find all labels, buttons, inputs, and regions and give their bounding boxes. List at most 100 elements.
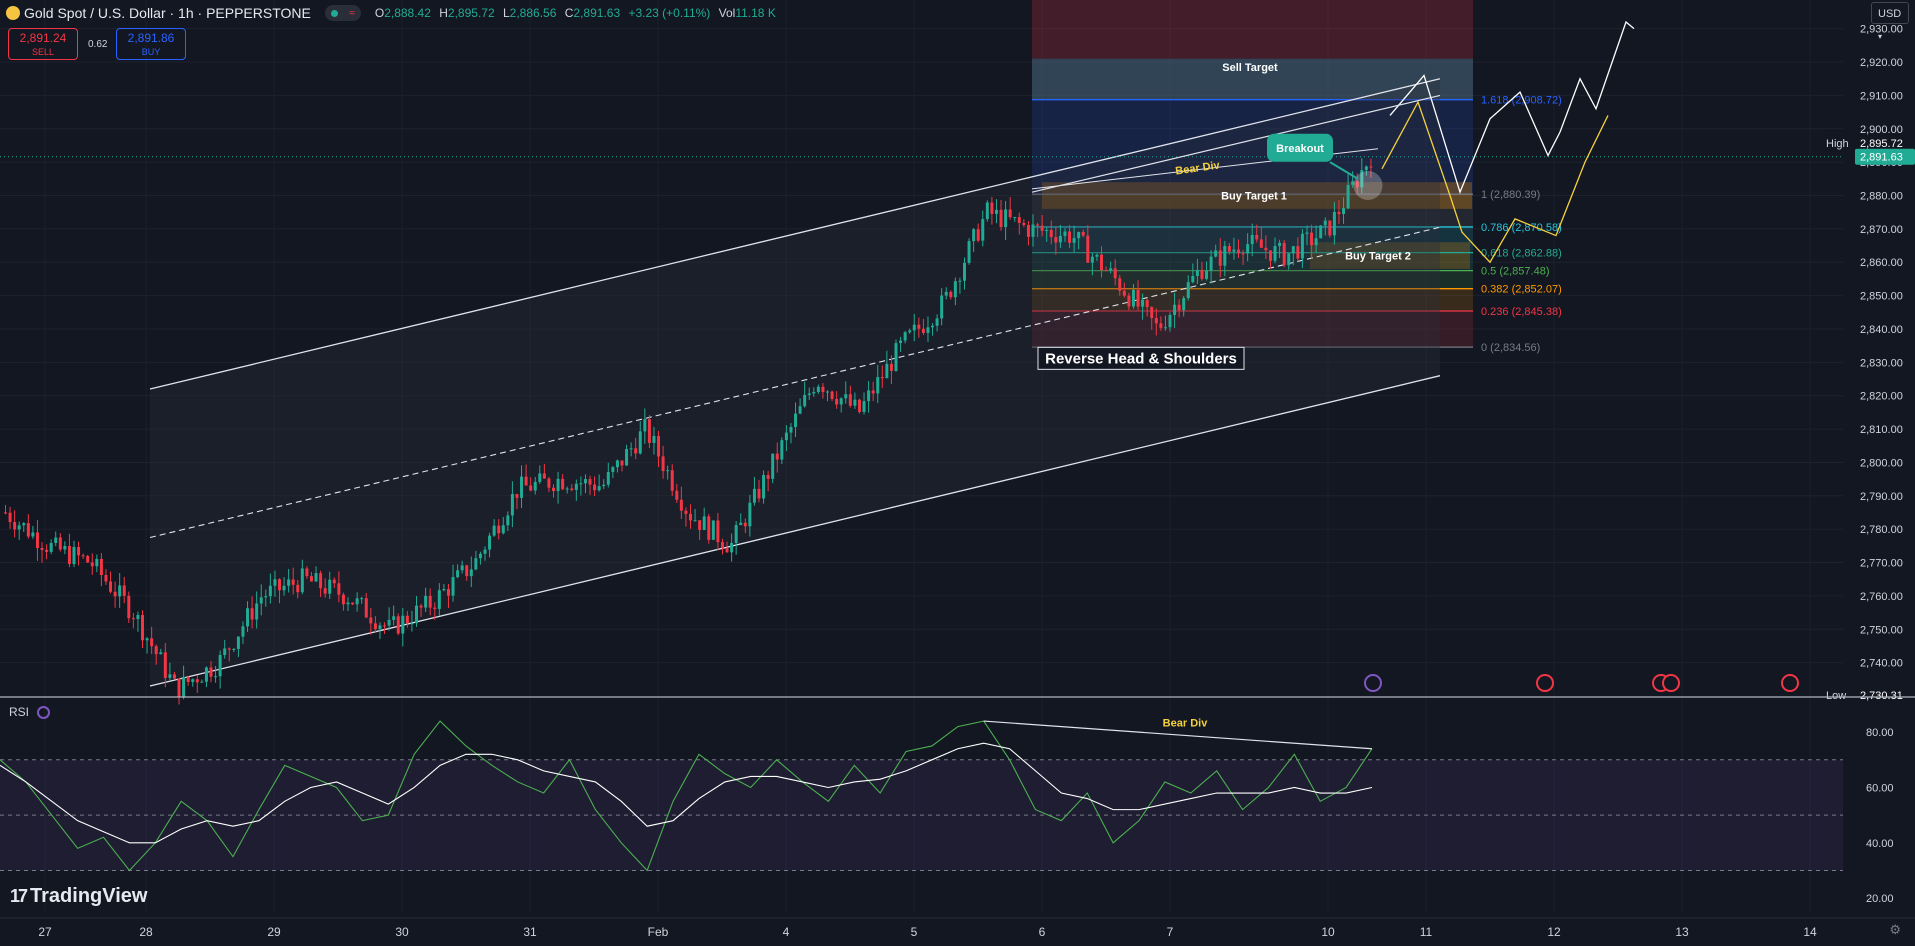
- candle-body: [1332, 212, 1336, 236]
- candle-body: [488, 535, 492, 550]
- candle-body: [1163, 327, 1167, 329]
- candle-body: [250, 608, 254, 620]
- candle-body: [1104, 270, 1108, 272]
- candle-body: [1168, 314, 1172, 328]
- candle-body: [1232, 249, 1236, 252]
- candle-body: [13, 522, 17, 530]
- candle-body: [1154, 318, 1158, 324]
- candle-body: [1278, 242, 1282, 246]
- candle-body: [282, 585, 286, 591]
- candle-body: [835, 398, 839, 405]
- candle-body: [730, 542, 734, 553]
- candle-body: [762, 475, 766, 499]
- candle-body: [1342, 208, 1346, 214]
- symbol-title[interactable]: Gold Spot / U.S. Dollar · 1h · PEPPERSTO…: [24, 5, 311, 21]
- candle-body: [195, 679, 199, 683]
- candle-body: [1291, 246, 1295, 254]
- candle-body: [675, 490, 679, 500]
- candle-body: [743, 522, 747, 527]
- candle-body: [725, 548, 729, 553]
- sell-button[interactable]: 2,891.24 SELL: [8, 28, 78, 60]
- candle-body: [994, 209, 998, 214]
- candle-body: [378, 625, 382, 630]
- close-value: 2,891.63: [573, 6, 621, 20]
- tradingview-logo[interactable]: 17 TradingView: [10, 885, 147, 908]
- candle-body: [465, 565, 469, 577]
- candle-body: [830, 391, 834, 399]
- candle-body: [953, 281, 957, 298]
- candle-body: [1045, 230, 1049, 232]
- candle-body: [926, 327, 930, 333]
- candle-body: [889, 363, 893, 371]
- candle-body: [552, 487, 555, 492]
- candle-body: [1227, 246, 1231, 252]
- open-value: 2,888.42: [384, 6, 431, 20]
- candle-body: [848, 394, 852, 406]
- buy-button[interactable]: 2,891.86 BUY: [116, 28, 186, 60]
- candle-body: [990, 202, 994, 214]
- candle-body: [711, 520, 715, 540]
- rsi-legend[interactable]: RSI: [9, 705, 51, 719]
- candle-body: [976, 229, 980, 241]
- candle-body: [826, 391, 829, 393]
- candle-body: [561, 478, 565, 490]
- candle-body: [981, 219, 985, 241]
- candle-body: [940, 295, 944, 319]
- candle-body: [478, 553, 482, 559]
- candle-body: [1200, 269, 1204, 279]
- candle-body: [136, 615, 140, 620]
- candle-body: [451, 577, 455, 596]
- candle-body: [264, 596, 268, 598]
- buy-price: 2,891.86: [127, 31, 175, 45]
- candle-body: [1191, 276, 1195, 283]
- candle-body: [1127, 295, 1131, 307]
- event-flag-icon: [1781, 674, 1799, 692]
- candle-body: [145, 638, 149, 641]
- gear-icon[interactable]: ⚙: [1889, 922, 1901, 938]
- candle-body: [40, 547, 44, 550]
- candle-body: [159, 652, 163, 655]
- candle-body: [803, 394, 807, 407]
- currency-select[interactable]: USD ▾: [1871, 2, 1909, 41]
- candle-body: [314, 573, 318, 582]
- candle-body: [1058, 235, 1062, 243]
- buy-label: BUY: [141, 47, 161, 57]
- price-axis-label: 2,780.00: [1860, 524, 1903, 536]
- breakout-marker: [1353, 171, 1383, 201]
- candle-body: [1008, 209, 1012, 218]
- candle-body: [255, 603, 259, 620]
- candle-body: [17, 525, 21, 530]
- time-axis-label: 11: [1420, 925, 1433, 939]
- candle-body: [410, 623, 414, 625]
- price-axis-label: 2,880.00: [1860, 191, 1903, 203]
- candle-body: [319, 573, 323, 589]
- candle-body: [236, 636, 240, 649]
- market-open-icon: [330, 9, 338, 17]
- candle-body: [1150, 307, 1154, 319]
- candle-body: [1100, 254, 1103, 271]
- candle-body: [191, 679, 195, 682]
- candle-body: [752, 488, 756, 503]
- price-axis-label: 2,800.00: [1860, 457, 1903, 469]
- candle-body: [501, 525, 505, 534]
- candle-body: [58, 537, 62, 550]
- indicator-settings-icon[interactable]: [37, 705, 51, 719]
- candle-body: [620, 460, 624, 466]
- candle-body: [771, 453, 775, 479]
- price-chart[interactable]: 1.618 (2,908.72)1 (2,880.39)0.786 (2,870…: [0, 0, 1915, 946]
- candle-body: [853, 399, 857, 406]
- price-axis-label: 2,850.00: [1860, 291, 1903, 303]
- candle-body: [49, 543, 53, 552]
- candle-body: [844, 394, 848, 399]
- candle-body: [647, 419, 651, 443]
- candle-body: [218, 655, 222, 677]
- candle-body: [661, 456, 665, 472]
- candle-body: [26, 523, 30, 537]
- candle-body: [862, 401, 866, 412]
- candle-body: [643, 419, 647, 432]
- candle-body: [634, 448, 638, 454]
- market-status-pill[interactable]: ≈: [324, 5, 361, 21]
- candle-body: [593, 484, 597, 491]
- candle-body: [31, 532, 35, 537]
- candle-body: [8, 512, 12, 523]
